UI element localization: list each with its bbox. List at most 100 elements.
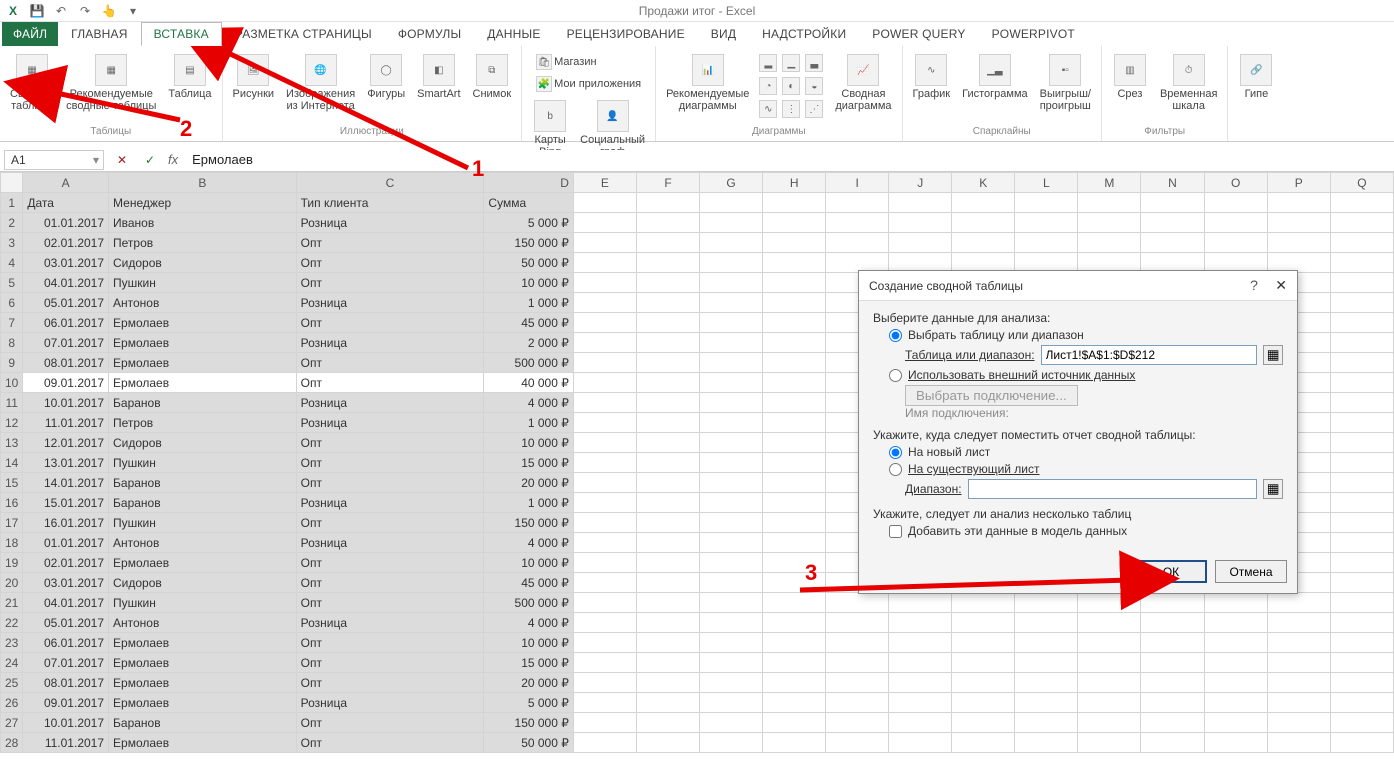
cell[interactable] — [1330, 413, 1393, 433]
cell[interactable] — [700, 213, 763, 233]
tab-home[interactable]: ГЛАВНАЯ — [58, 22, 140, 46]
cell[interactable]: Розница — [296, 533, 484, 553]
online-pictures-button[interactable]: 🌐Изображения из Интернета — [282, 52, 359, 114]
cell[interactable] — [700, 693, 763, 713]
cell[interactable]: 2 000 ₽ — [484, 333, 573, 353]
row-header[interactable]: 22 — [1, 613, 23, 633]
cell[interactable] — [1141, 633, 1204, 653]
cell[interactable] — [1204, 693, 1267, 713]
cell[interactable] — [573, 433, 636, 453]
column-header-P[interactable]: P — [1267, 173, 1330, 193]
cell[interactable] — [700, 433, 763, 453]
cell[interactable] — [889, 593, 952, 613]
cell[interactable] — [700, 293, 763, 313]
cell[interactable]: 10 000 ₽ — [484, 273, 573, 293]
row-header[interactable]: 25 — [1, 673, 23, 693]
cell[interactable] — [700, 673, 763, 693]
cell[interactable]: Опт — [296, 453, 484, 473]
cell[interactable]: Опт — [296, 633, 484, 653]
name-box[interactable]: A1 ▾ — [4, 150, 104, 170]
cell[interactable]: 10 000 ₽ — [484, 553, 573, 573]
cell[interactable]: 10.01.2017 — [23, 713, 109, 733]
cell[interactable]: 08.01.2017 — [23, 673, 109, 693]
cell[interactable]: Пушкин — [109, 453, 297, 473]
cell[interactable]: Опт — [296, 553, 484, 573]
row-header[interactable]: 18 — [1, 533, 23, 553]
cell[interactable]: Опт — [296, 473, 484, 493]
cell[interactable]: Ермолаев — [109, 733, 297, 753]
sparkline-column-button[interactable]: ▁▃Гистограмма — [958, 52, 1032, 102]
cell[interactable] — [1330, 613, 1393, 633]
cell[interactable] — [952, 633, 1015, 653]
cell[interactable]: 150 000 ₽ — [484, 233, 573, 253]
cell[interactable] — [1204, 633, 1267, 653]
cell[interactable]: Баранов — [109, 493, 297, 513]
cell[interactable] — [700, 613, 763, 633]
cell[interactable] — [1015, 673, 1078, 693]
tab-insert[interactable]: ВСТАВКА — [141, 22, 222, 46]
cell[interactable]: 5 000 ₽ — [484, 213, 573, 233]
cell[interactable] — [1330, 513, 1393, 533]
cell[interactable]: Розница — [296, 413, 484, 433]
cell[interactable]: Сумма — [484, 193, 573, 213]
cell[interactable] — [573, 193, 636, 213]
chart-type-icon[interactable]: ◔ — [759, 77, 777, 95]
column-header-I[interactable]: I — [826, 173, 889, 193]
cell[interactable] — [636, 473, 699, 493]
cell[interactable]: 4 000 ₽ — [484, 613, 573, 633]
cell[interactable] — [889, 673, 952, 693]
cell[interactable] — [573, 573, 636, 593]
cell[interactable]: Розница — [296, 213, 484, 233]
cell[interactable] — [763, 353, 826, 373]
cell[interactable] — [826, 733, 889, 753]
screenshot-button[interactable]: ⧉Снимок — [469, 52, 516, 102]
cell[interactable]: Ермолаев — [109, 633, 297, 653]
checkbox-data-model-input[interactable] — [889, 525, 902, 538]
cell[interactable] — [1330, 213, 1393, 233]
recommended-pivot-button[interactable]: ▦ Рекомендуемые сводные таблицы — [62, 52, 160, 114]
cell[interactable] — [1330, 713, 1393, 733]
cell[interactable] — [1141, 713, 1204, 733]
tab-formulas[interactable]: ФОРМУЛЫ — [385, 22, 474, 46]
cell[interactable] — [1204, 653, 1267, 673]
cell[interactable]: 40 000 ₽ — [484, 373, 573, 393]
cell[interactable] — [1078, 213, 1141, 233]
cell[interactable]: Розница — [296, 613, 484, 633]
cell[interactable] — [952, 233, 1015, 253]
cell[interactable] — [636, 713, 699, 733]
cell[interactable] — [573, 473, 636, 493]
cell[interactable] — [826, 633, 889, 653]
cell[interactable] — [700, 193, 763, 213]
cell[interactable] — [636, 433, 699, 453]
row-header[interactable]: 16 — [1, 493, 23, 513]
cell[interactable] — [573, 373, 636, 393]
cell[interactable] — [1330, 253, 1393, 273]
cell[interactable] — [636, 493, 699, 513]
column-header-Q[interactable]: Q — [1330, 173, 1393, 193]
cell[interactable] — [573, 213, 636, 233]
row-header[interactable]: 23 — [1, 633, 23, 653]
column-header-H[interactable]: H — [763, 173, 826, 193]
cell[interactable] — [700, 313, 763, 333]
cell[interactable]: 04.01.2017 — [23, 273, 109, 293]
cell[interactable] — [1141, 193, 1204, 213]
cell[interactable] — [573, 393, 636, 413]
cell[interactable] — [1204, 193, 1267, 213]
cell[interactable] — [1141, 673, 1204, 693]
row-header[interactable]: 12 — [1, 413, 23, 433]
cell[interactable]: Баранов — [109, 393, 297, 413]
cell[interactable]: 07.01.2017 — [23, 333, 109, 353]
cell[interactable] — [763, 553, 826, 573]
cell[interactable] — [700, 573, 763, 593]
cell[interactable] — [1330, 373, 1393, 393]
cell[interactable] — [1267, 193, 1330, 213]
cell[interactable] — [1015, 593, 1078, 613]
cell[interactable]: 12.01.2017 — [23, 433, 109, 453]
cell[interactable] — [1267, 213, 1330, 233]
cell[interactable] — [763, 653, 826, 673]
cell[interactable]: 08.01.2017 — [23, 353, 109, 373]
location-input[interactable] — [968, 479, 1257, 499]
cell[interactable]: Опт — [296, 233, 484, 253]
cell[interactable]: Розница — [296, 293, 484, 313]
column-header-N[interactable]: N — [1141, 173, 1204, 193]
